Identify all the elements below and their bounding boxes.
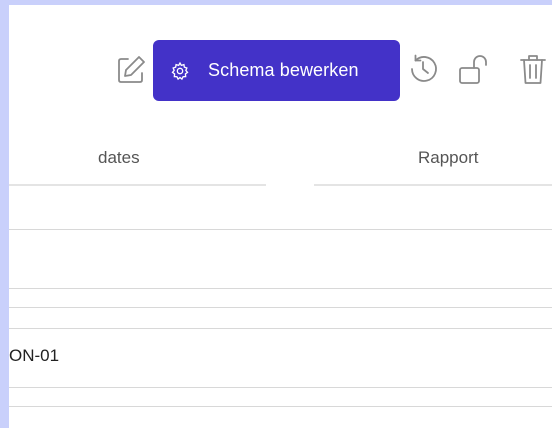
- edit-schema-button[interactable]: Schema bewerken: [153, 40, 400, 101]
- row-divider: [9, 387, 552, 388]
- table-cell: ON-01: [9, 346, 60, 365]
- trash-icon[interactable]: [518, 52, 548, 86]
- row-divider: [9, 288, 552, 289]
- row-divider: [9, 328, 552, 329]
- row-divider: [9, 406, 552, 407]
- column-resize-gap: [266, 182, 314, 186]
- row-divider: [9, 307, 552, 308]
- column-header-rapport[interactable]: Rapport: [418, 148, 478, 168]
- row-divider: [9, 229, 552, 230]
- edit-schema-label: Schema bewerken: [208, 60, 359, 80]
- table-header: dates Rapport: [9, 130, 552, 186]
- edit-icon[interactable]: [115, 52, 149, 86]
- history-icon[interactable]: [406, 52, 440, 86]
- gear-icon: [171, 61, 189, 80]
- column-header-dates[interactable]: dates: [98, 148, 140, 168]
- unlock-icon[interactable]: [457, 52, 491, 86]
